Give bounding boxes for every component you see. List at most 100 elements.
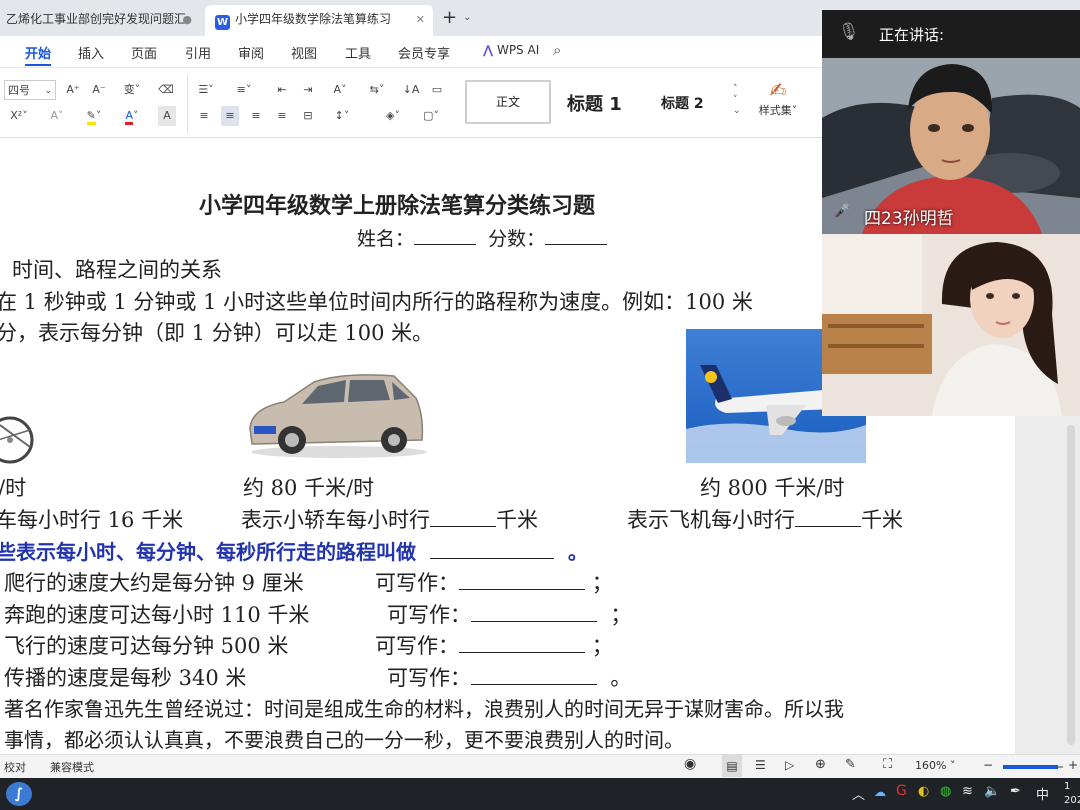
clock[interactable]: 1 202 — [1064, 780, 1080, 808]
line-spacing-icon[interactable]: ↕˅ — [329, 106, 355, 126]
speed-definition-end: 。 — [567, 540, 588, 564]
search-icon[interactable]: ⌕ — [553, 41, 561, 59]
name-blank[interactable] — [414, 244, 477, 245]
section-heading: 时间、路程之间的关系 — [12, 258, 222, 282]
answer-blank-2[interactable] — [471, 621, 597, 622]
font-color-icon[interactable]: A˅ — [118, 106, 146, 126]
decrease-indent-icon[interactable]: ⇤ — [273, 80, 291, 100]
wps-writer-icon: W — [215, 15, 230, 30]
menu-references[interactable]: 引用 — [185, 43, 211, 62]
grow-font-icon[interactable]: A⁺ — [64, 80, 82, 100]
play-icon[interactable]: ▷ — [785, 758, 794, 772]
shading-icon[interactable]: ◈˅ — [380, 106, 406, 126]
table-border-icon[interactable]: ▭ — [428, 80, 446, 100]
zoom-in-icon[interactable]: + — [1068, 758, 1078, 772]
app-launcher-icon[interactable]: ∫ — [6, 782, 32, 806]
style-set-icon: ✍ — [769, 78, 787, 102]
score-blank[interactable] — [545, 244, 608, 245]
style-set-button[interactable]: ✍ 样式集˅ — [755, 78, 801, 118]
bullet-list-icon[interactable]: ☰˅ — [195, 80, 217, 100]
semicolon: ； — [591, 634, 613, 658]
tray-app-icon[interactable]: ◐ — [918, 784, 929, 799]
superscript-icon[interactable]: X²˅ — [6, 106, 32, 126]
definition-line-1: 在 1 秒钟或 1 分钟或 1 小时这些单位时间内所行的路程称为速度。例如：10… — [0, 290, 753, 314]
menu-home[interactable]: 开始 — [25, 43, 52, 66]
plane-speed: 约 800 千米/时 — [700, 476, 845, 500]
answer-blank-1[interactable] — [459, 589, 585, 590]
menu-page[interactable]: 页面 — [131, 43, 157, 62]
tab-document-1[interactable]: 乙烯化工事业部创完好发现问题汇 ● — [0, 5, 200, 36]
fit-page-icon[interactable]: ⛶ — [883, 757, 892, 772]
tray-expand-icon[interactable]: ︿ — [852, 784, 865, 803]
vertical-scrollbar[interactable] — [1067, 425, 1075, 745]
increase-indent-icon[interactable]: ⇥ — [299, 80, 317, 100]
cloud-icon[interactable]: ☁ — [874, 785, 886, 799]
participant-name: 四23孙明哲 — [864, 209, 954, 229]
name-label: 姓名： — [357, 228, 415, 250]
car-blank[interactable] — [430, 526, 496, 527]
menu-insert[interactable]: 插入 — [78, 43, 104, 62]
wps-ai-button[interactable]: ⋀ WPS AI — [483, 43, 539, 57]
align-left-icon[interactable]: ≡ — [195, 106, 213, 126]
wifi-icon[interactable]: ≋ — [962, 784, 973, 799]
style-normal[interactable]: 正文 — [465, 80, 551, 124]
zoom-out-icon[interactable]: − — [983, 758, 993, 772]
participant-video-student[interactable]: 🎤 四23孙明哲 — [822, 58, 1080, 234]
plane-blank[interactable] — [795, 526, 861, 527]
menu-tools[interactable]: 工具 — [345, 43, 371, 62]
speed-definition-text: 些表示每小时、每分钟、每秒所行走的路程叫做 — [0, 540, 416, 564]
proofread-status[interactable]: 校对 — [4, 759, 26, 775]
ime-indicator[interactable]: 中 — [1036, 784, 1049, 803]
status-bar: 校对 兼容模式 ◉ ▤ ☰ ▷ ⊕ ✎ ⛶ 160% ˅ − + — [0, 754, 1080, 778]
participant-video-teacher[interactable] — [822, 234, 1080, 416]
font-size-select[interactable]: 四号 ⌄ — [4, 80, 56, 100]
highlight-icon[interactable]: ✎˅ — [80, 106, 108, 126]
speaking-label: 正在讲话: — [879, 26, 945, 44]
shrink-font-icon[interactable]: A⁻ — [90, 80, 108, 100]
menu-review[interactable]: 审阅 — [238, 43, 264, 62]
new-tab-icon[interactable]: + — [442, 7, 457, 28]
align-center-icon[interactable]: ≡ — [221, 106, 239, 126]
menu-view[interactable]: 视图 — [291, 43, 317, 62]
outline-view-icon[interactable]: ☰ — [755, 758, 766, 772]
tab-dot-icon[interactable]: ● — [182, 5, 192, 34]
page-view-icon[interactable]: ▤ — [722, 755, 742, 777]
text-effect-icon[interactable]: A˅ — [44, 106, 70, 126]
eye-icon[interactable]: ◉ — [684, 756, 696, 772]
text-direction-icon[interactable]: A˅ — [327, 80, 353, 100]
pen-tray-icon[interactable]: ✒ — [1010, 784, 1021, 799]
char-shading-icon[interactable]: A — [158, 106, 176, 126]
chevron-down-icon[interactable]: ⌄ — [463, 12, 471, 23]
sort-az-icon[interactable]: ↓A — [402, 80, 420, 100]
answer-blank-3[interactable] — [459, 652, 585, 653]
distribute-icon[interactable]: ⊟ — [299, 106, 317, 126]
style-heading-2[interactable]: 标题 2 — [661, 93, 704, 113]
close-tab-icon[interactable]: ✕ — [416, 5, 425, 34]
zoom-level[interactable]: 160% ˅ — [915, 759, 955, 772]
answer-blank-4[interactable] — [471, 684, 597, 685]
numbered-list-icon[interactable]: ≡˅ — [233, 80, 255, 100]
exercise-3-answer: 可写作： ； — [375, 630, 613, 660]
car-speed: 约 80 千米/时 — [243, 476, 375, 500]
pen-icon[interactable]: ✎ — [845, 757, 856, 772]
period: 。 — [610, 666, 632, 690]
justify-icon[interactable]: ≡ — [273, 106, 291, 126]
volume-icon[interactable]: 🔈 — [984, 784, 1000, 799]
style-heading-1[interactable]: 标题 1 — [567, 90, 622, 116]
styles-scroll[interactable]: ˄ ˅ ⌄ — [733, 84, 741, 117]
tab-document-2[interactable]: W 小学四年级数学除法笔算练习 ✕ — [205, 5, 433, 36]
exercise-4-answer: 可写作： 。 — [387, 662, 631, 692]
clear-format-icon[interactable]: ⌫ — [156, 80, 176, 100]
menu-member[interactable]: 会员专享 — [398, 43, 450, 62]
wechat-icon[interactable]: ◍ — [940, 784, 951, 799]
phonetic-guide-icon[interactable]: 变˅ — [118, 80, 146, 100]
borders-icon[interactable]: ▢˅ — [418, 106, 444, 126]
name-score-line: 姓名： 分数： — [357, 224, 608, 251]
sort-icon[interactable]: ⇆˅ — [365, 80, 389, 100]
align-right-icon[interactable]: ≡ — [247, 106, 265, 126]
speed-blank[interactable] — [429, 558, 554, 559]
car-line-text: 表示小轿车每小时行 — [241, 508, 430, 532]
web-view-icon[interactable]: ⊕ — [815, 757, 826, 772]
compat-mode-status: 兼容模式 — [50, 761, 94, 774]
app-tray-icon[interactable]: G — [896, 783, 907, 799]
